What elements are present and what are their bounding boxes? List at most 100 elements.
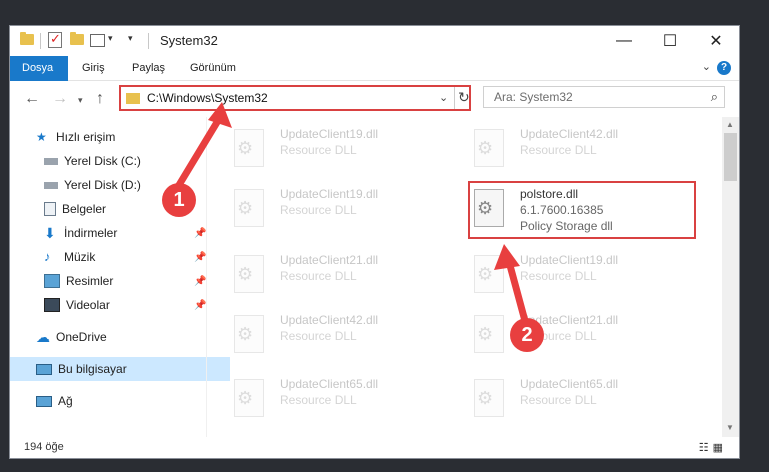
file-item[interactable]: UpdateClient19.dll Resource DLL bbox=[222, 177, 442, 237]
refresh-icon[interactable]: ↻ bbox=[458, 89, 470, 106]
properties-check-icon[interactable] bbox=[48, 31, 62, 48]
tab-view[interactable]: Görünüm bbox=[178, 56, 248, 80]
file-description: Resource DLL bbox=[520, 269, 597, 283]
divider bbox=[454, 87, 455, 109]
pin-icon[interactable]: 📌 bbox=[194, 276, 206, 287]
status-bar: 194 öğe ☷▦ bbox=[10, 437, 739, 458]
pin-icon[interactable]: 📌 bbox=[194, 228, 206, 239]
ribbon: Dosya Giriş Paylaş Görünüm ⌄ ? bbox=[10, 56, 739, 116]
scroll-up-icon[interactable]: ▲ bbox=[726, 120, 734, 129]
toolbar-dropdown-icon[interactable]: ▾ bbox=[128, 33, 133, 44]
close-icon[interactable]: ✕ bbox=[693, 26, 739, 56]
search-icon[interactable]: ⌕ bbox=[711, 89, 718, 105]
minimize-icon[interactable]: — bbox=[601, 26, 647, 56]
drive-icon bbox=[44, 181, 58, 189]
file-description: Resource DLL bbox=[280, 269, 357, 283]
file-description: Resource DLL bbox=[280, 143, 357, 157]
address-bar[interactable]: C:\Windows\System32 ⌄ ↻ bbox=[119, 85, 471, 111]
sidebar-item-music[interactable]: ♪ Müzik 📌 bbox=[10, 245, 238, 269]
highlight-box bbox=[468, 181, 696, 239]
folder-icon bbox=[126, 93, 140, 104]
scroll-down-icon[interactable]: ▼ bbox=[726, 423, 734, 432]
search-input[interactable]: Ara: System32 ⌕ bbox=[483, 86, 725, 108]
sidebar-item-pictures[interactable]: Resimler 📌 bbox=[10, 269, 238, 293]
file-item[interactable]: UpdateClient42.dll Resource DLL bbox=[222, 303, 442, 363]
scroll-thumb[interactable] bbox=[724, 133, 737, 181]
dll-file-icon bbox=[234, 315, 264, 353]
folder-icon bbox=[20, 32, 34, 45]
chevron-down-icon[interactable]: ⌄ bbox=[702, 60, 711, 73]
file-description: Resource DLL bbox=[280, 393, 357, 407]
file-item[interactable]: UpdateClient42.dll Resource DLL bbox=[462, 117, 682, 177]
file-name: UpdateClient42.dll bbox=[280, 313, 379, 327]
sidebar-item-label: Resimler bbox=[66, 274, 114, 288]
dll-file-icon bbox=[234, 255, 264, 293]
divider bbox=[148, 33, 149, 49]
address-path[interactable]: C:\Windows\System32 bbox=[147, 91, 268, 105]
dll-file-icon bbox=[234, 379, 264, 417]
chevron-down-icon[interactable]: ⌄ bbox=[439, 91, 448, 104]
network-icon bbox=[36, 395, 52, 407]
view-toggle-icons[interactable]: ☷▦ bbox=[699, 441, 727, 454]
tab-home[interactable]: Giriş bbox=[70, 56, 117, 80]
divider bbox=[40, 33, 41, 49]
pin-icon[interactable]: 📌 bbox=[194, 300, 206, 311]
title-bar: ▾ ▾ System32 — ☐ ✕ bbox=[10, 26, 739, 56]
file-item[interactable]: UpdateClient21.dll Resource DLL bbox=[462, 303, 682, 363]
forward-icon[interactable]: → bbox=[52, 90, 68, 108]
sidebar-item-disk-d[interactable]: Yerel Disk (D:) bbox=[10, 173, 238, 197]
sidebar-item-network[interactable]: Ağ bbox=[10, 389, 230, 413]
tab-share[interactable]: Paylaş bbox=[120, 56, 177, 80]
sidebar-item-label: Bu bilgisayar bbox=[58, 362, 127, 376]
sidebar-item-downloads[interactable]: ⬇ İndirmeler 📌 bbox=[10, 221, 238, 245]
music-icon: ♪ bbox=[44, 249, 51, 264]
dll-file-icon bbox=[474, 129, 504, 167]
sidebar-item-disk-c[interactable]: Yerel Disk (C:) bbox=[10, 149, 238, 173]
up-arrow-icon[interactable]: ↑ bbox=[96, 90, 104, 108]
sidebar-item-quick-access[interactable]: ★ Hızlı erişim bbox=[10, 125, 230, 149]
download-icon: ⬇ bbox=[44, 225, 56, 241]
file-name: UpdateClient19.dll bbox=[520, 253, 619, 267]
sidebar-item-label: Belgeler bbox=[62, 202, 107, 216]
sidebar-item-label: Yerel Disk (D:) bbox=[64, 178, 141, 192]
sidebar-item-documents[interactable]: Belgeler bbox=[10, 197, 238, 221]
file-item[interactable]: UpdateClient19.dll Resource DLL bbox=[222, 117, 442, 177]
recent-dropdown-icon[interactable]: ▾ bbox=[78, 95, 83, 106]
maximize-icon[interactable]: ☐ bbox=[647, 26, 693, 56]
file-item[interactable]: UpdateClient65.dll Resource DLL bbox=[222, 367, 442, 427]
navigation-pane: ★ Hızlı erişim Yerel Disk (C:) Yerel Dis… bbox=[10, 117, 230, 437]
computer-icon bbox=[36, 363, 52, 375]
pane-divider bbox=[206, 117, 207, 437]
window-title: System32 bbox=[160, 33, 218, 48]
dll-file-icon bbox=[234, 189, 264, 227]
file-name: UpdateClient19.dll bbox=[280, 187, 379, 201]
help-icon[interactable]: ? bbox=[717, 61, 731, 75]
pictures-icon bbox=[44, 274, 60, 288]
chevron-down-icon[interactable]: ▾ bbox=[108, 33, 113, 44]
file-description: Resource DLL bbox=[280, 203, 357, 217]
file-name: UpdateClient65.dll bbox=[280, 377, 379, 391]
file-item[interactable]: UpdateClient19.dll Resource DLL bbox=[462, 243, 682, 303]
drive-icon bbox=[44, 157, 58, 165]
file-item[interactable]: UpdateClient21.dll Resource DLL bbox=[222, 243, 442, 303]
pin-icon[interactable]: 📌 bbox=[194, 252, 206, 263]
sidebar-item-label: Müzik bbox=[64, 250, 96, 264]
sidebar-item-label: Yerel Disk (C:) bbox=[64, 154, 141, 168]
sidebar-item-this-pc[interactable]: Bu bilgisayar bbox=[10, 357, 230, 381]
file-item[interactable]: UpdateClient65.dll Resource DLL bbox=[462, 367, 682, 427]
dll-file-icon bbox=[474, 315, 504, 353]
file-description: Resource DLL bbox=[280, 329, 357, 343]
customize-icon[interactable] bbox=[90, 34, 105, 47]
vertical-scrollbar[interactable]: ▲ ▼ bbox=[722, 117, 739, 437]
sidebar-item-onedrive[interactable]: ☁ OneDrive bbox=[10, 325, 230, 349]
search-placeholder: Ara: System32 bbox=[494, 90, 573, 104]
file-description: Resource DLL bbox=[520, 393, 597, 407]
dll-file-icon bbox=[474, 379, 504, 417]
navigation-bar: ← → ▾ ↑ C:\Windows\System32 ⌄ ↻ Ara: Sys… bbox=[10, 81, 739, 117]
back-icon[interactable]: ← bbox=[24, 90, 40, 108]
new-folder-icon[interactable] bbox=[70, 32, 84, 45]
cloud-icon: ☁ bbox=[36, 329, 50, 345]
step-badge-1: 1 bbox=[162, 183, 196, 217]
sidebar-item-videos[interactable]: Videolar 📌 bbox=[10, 293, 238, 317]
sidebar-item-label: Videolar bbox=[66, 298, 110, 312]
